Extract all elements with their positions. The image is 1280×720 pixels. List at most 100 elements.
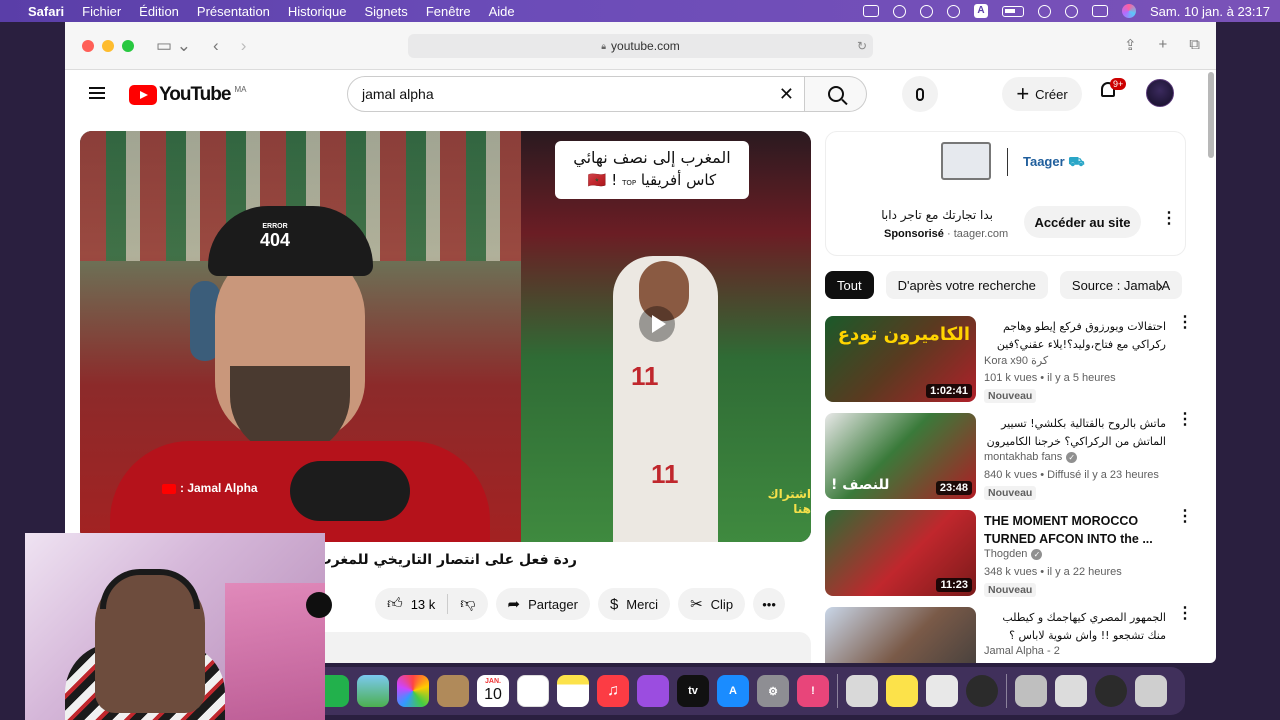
control-center-icon[interactable]	[1092, 5, 1109, 17]
forward-icon[interactable]: ›	[241, 36, 247, 56]
page-scrollbar[interactable]	[1208, 72, 1214, 158]
maps-icon[interactable]	[357, 675, 389, 707]
menu-edition[interactable]: Édition	[139, 4, 179, 19]
description-box[interactable]	[297, 632, 811, 663]
video-thumbnail[interactable]: 11:23	[825, 510, 976, 596]
ad-more-icon[interactable]: ⋮	[1161, 211, 1177, 227]
video-more-icon[interactable]: ⋮	[1177, 412, 1193, 428]
channel-name[interactable]: Thogden ✓	[984, 548, 1043, 560]
video-more-icon[interactable]: ⋮	[1177, 509, 1193, 525]
trash-icon[interactable]	[1135, 675, 1167, 707]
feedback-icon[interactable]: !	[797, 675, 829, 707]
subscribe-overlay[interactable]: اشتراك هنا	[761, 487, 811, 517]
menu-app-safari[interactable]: Safari	[28, 4, 64, 19]
preview-icon[interactable]	[846, 675, 878, 707]
video-more-icon[interactable]: ⋮	[1177, 315, 1193, 331]
archive-icon[interactable]	[1095, 675, 1127, 707]
video-player[interactable]: ERROR 404 : Jamal Alpha المغرب إلى نصف ن…	[80, 131, 811, 542]
video-thumbnail[interactable]: الكاميرون تودع 1:02:41	[825, 316, 976, 402]
video-actions: 👍︎ 13 k 👎︎ ➦ Partager $ Merci ✂ Clip •••	[375, 588, 786, 620]
recommendation-item[interactable]: للنصف ! 23:48 ماتش بالروح بالقتالية بكلش…	[825, 412, 1193, 501]
chip-related-search[interactable]: D'après votre recherche	[885, 271, 1048, 299]
chip-all[interactable]: Tout	[825, 271, 874, 299]
siri-icon[interactable]	[1122, 4, 1137, 18]
ad-visit-site-button[interactable]: Accéder au site	[1024, 206, 1141, 238]
clip-button[interactable]: ✂ Clip	[678, 588, 746, 620]
reload-icon[interactable]: ↻	[857, 39, 867, 53]
chips-next-icon[interactable]: ›	[1157, 276, 1163, 297]
hamburger-menu-icon[interactable]	[89, 87, 105, 99]
create-button[interactable]: + Créer	[1002, 77, 1082, 111]
apple-tv-icon[interactable]: tv	[677, 675, 709, 707]
new-tab-icon[interactable]: +	[1159, 36, 1168, 54]
podcasts-icon[interactable]	[637, 675, 669, 707]
menu-signets[interactable]: Signets	[364, 4, 407, 19]
calendar-icon[interactable]: JAN. 10	[477, 675, 509, 707]
battery-icon[interactable]	[1002, 5, 1025, 17]
reminders-icon[interactable]	[517, 675, 549, 707]
music-icon[interactable]: ♫	[597, 675, 629, 707]
channel-watermark: : Jamal Alpha	[162, 481, 258, 495]
textedit-icon[interactable]	[926, 675, 958, 707]
app-store-icon[interactable]: A	[717, 675, 749, 707]
system-settings-icon[interactable]: ⚙	[757, 675, 789, 707]
youtube-logo[interactable]: YouTube MA	[129, 84, 246, 106]
like-button[interactable]: 👍︎ 13 k	[375, 595, 447, 613]
address-bar[interactable]: 🔒︎ youtube.com ↻	[408, 34, 873, 58]
channel-name[interactable]: montakhab fans ✓	[984, 451, 1078, 463]
video-title[interactable]: ماتش بالروح بالقتالية بكلشي! تسيير المات…	[984, 415, 1166, 451]
notes-icon[interactable]	[557, 675, 589, 707]
search-input[interactable]: jamal alpha ✕	[347, 76, 805, 112]
contacts-icon[interactable]	[437, 675, 469, 707]
video-more-icon[interactable]: ⋮	[1177, 606, 1193, 622]
obs-icon[interactable]	[893, 4, 907, 18]
voice-search-button[interactable]	[902, 76, 938, 112]
wifi-icon[interactable]	[1038, 4, 1052, 18]
video-title[interactable]: THE MOMENT MOROCCO TURNED AFCON INTO the…	[984, 512, 1166, 548]
menu-fenetre[interactable]: Fenêtre	[426, 4, 471, 19]
channel-name[interactable]: Jamal Alpha - 2	[984, 645, 1060, 657]
play-button-icon[interactable]	[639, 306, 675, 342]
more-actions-button[interactable]: •••	[753, 588, 786, 620]
dislike-button[interactable]: 👎︎	[448, 595, 487, 613]
chip-source[interactable]: Source : Jamal A	[1059, 271, 1183, 299]
spotlight-icon[interactable]	[1065, 4, 1079, 18]
filter-chips: Tout D'après votre recherche Source : Ja…	[825, 271, 1186, 301]
recommendation-item[interactable]: 11:23 THE MOMENT MOROCCO TURNED AFCON IN…	[825, 509, 1193, 598]
recommendation-item[interactable]: الجمهور المصري كيهاجمك و كيطلب منك تشجعو…	[825, 606, 1193, 663]
screenshot-stack-icon[interactable]	[1055, 675, 1087, 707]
menu-aide[interactable]: Aide	[489, 4, 515, 19]
video-thumbnail[interactable]: للنصف ! 23:48	[825, 413, 976, 499]
menu-fichier[interactable]: Fichier	[82, 4, 121, 19]
screen-record-icon[interactable]	[863, 5, 880, 17]
channel-name[interactable]: Kora x90 كرة	[984, 354, 1048, 367]
minimize-window-button[interactable]	[102, 39, 114, 52]
video-thumbnail[interactable]	[825, 607, 976, 663]
menubar-clock[interactable]: Sam. 10 jan. à 23:17	[1150, 4, 1270, 19]
clear-search-icon[interactable]: ✕	[779, 84, 794, 105]
thanks-button[interactable]: $ Merci	[597, 588, 671, 620]
search-button[interactable]	[805, 76, 867, 112]
downloads-icon[interactable]	[1015, 675, 1047, 707]
video-title[interactable]: احتفالات ويورزوق فركع إيطو وهاجم ركراكي …	[984, 318, 1166, 354]
play-status-icon[interactable]	[920, 4, 934, 18]
input-source-icon[interactable]: A	[974, 4, 989, 18]
zoom-window-button[interactable]	[122, 39, 134, 52]
menu-historique[interactable]: Historique	[288, 4, 347, 19]
airplay-icon[interactable]	[947, 4, 961, 18]
sidebar-toggle-icon[interactable]: ▭ ⌄	[156, 36, 191, 56]
account-avatar[interactable]	[1146, 79, 1174, 107]
obs-studio-icon[interactable]	[966, 675, 998, 707]
recommendation-item[interactable]: الكاميرون تودع 1:02:41 احتفالات ويورزوق …	[825, 315, 1193, 404]
sponsored-ad-card[interactable]: Taager ⛟ بدا تجارتك مع تاجر دابا Sponsor…	[825, 131, 1186, 256]
share-button[interactable]: ➦ Partager	[495, 588, 590, 620]
back-icon[interactable]: ‹	[213, 36, 219, 56]
close-window-button[interactable]	[82, 39, 94, 52]
share-icon[interactable]: ⇪	[1124, 36, 1137, 54]
tab-overview-icon[interactable]: ⧉	[1189, 36, 1200, 54]
video-title[interactable]: الجمهور المصري كيهاجمك و كيطلب منك تشجعو…	[984, 609, 1166, 645]
photos-icon[interactable]	[397, 675, 429, 707]
notifications-button[interactable]: 9+	[1099, 78, 1127, 102]
stickies-icon[interactable]	[886, 675, 918, 707]
menu-presentation[interactable]: Présentation	[197, 4, 270, 19]
